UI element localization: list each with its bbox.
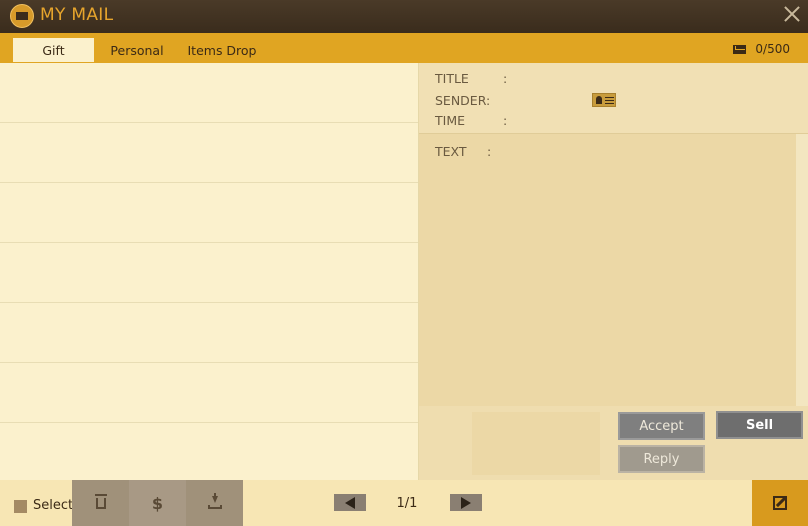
- sell-all-button[interactable]: $: [129, 480, 186, 526]
- select-label: Select: [33, 498, 74, 513]
- prev-page-button[interactable]: [334, 494, 366, 511]
- attachment-slot[interactable]: [472, 412, 600, 475]
- window-title: MY MAIL: [40, 5, 114, 25]
- reply-button[interactable]: Reply: [618, 445, 705, 473]
- title-colon: :: [503, 71, 508, 86]
- page-indicator: 1/1: [396, 496, 418, 511]
- mail-detail: TITLE : SENDER : TIME : TEXT : Accept Re…: [419, 63, 808, 480]
- mail-list: [0, 63, 419, 480]
- list-item[interactable]: [0, 303, 418, 363]
- mail-count-text: 0/500: [755, 42, 790, 56]
- tab-items-drop[interactable]: Items Drop: [183, 38, 261, 62]
- sell-button[interactable]: Sell: [716, 411, 803, 439]
- toolbar: $: [72, 480, 243, 526]
- trash-icon: [94, 493, 107, 509]
- dollar-icon: $: [151, 493, 164, 513]
- envelope-icon: [733, 44, 747, 54]
- collect-button[interactable]: [186, 480, 243, 526]
- list-item[interactable]: [0, 183, 418, 243]
- sender-card-icon[interactable]: [592, 93, 616, 107]
- sender-field: SENDER :: [435, 93, 490, 108]
- sender-colon: :: [486, 93, 491, 108]
- list-item[interactable]: [0, 363, 418, 423]
- accept-button[interactable]: Accept: [618, 412, 705, 440]
- mail-icon: [10, 4, 34, 28]
- arrow-left-icon: [345, 496, 355, 509]
- text-scrollbar[interactable]: [796, 134, 808, 406]
- title-bar: MY MAIL: [0, 0, 808, 33]
- title-field: TITLE :: [435, 71, 507, 86]
- time-colon: :: [503, 113, 508, 128]
- mail-meta: TITLE : SENDER : TIME :: [419, 63, 808, 134]
- mail-count: 0/500: [733, 42, 790, 56]
- compose-button[interactable]: [752, 480, 808, 526]
- time-label: TIME: [435, 113, 466, 128]
- list-item[interactable]: [0, 243, 418, 303]
- list-item[interactable]: [0, 423, 418, 480]
- arrow-right-icon: [461, 496, 471, 509]
- tab-bar: Gift Personal Items Drop 0/500: [0, 33, 808, 63]
- compose-icon: [773, 495, 788, 510]
- tab-gift[interactable]: Gift: [13, 38, 94, 62]
- select-checkbox[interactable]: [14, 500, 27, 513]
- list-item[interactable]: [0, 123, 418, 183]
- title-label: TITLE: [435, 71, 469, 86]
- text-colon: :: [487, 144, 492, 159]
- text-field: TEXT :: [435, 144, 491, 159]
- text-label: TEXT: [435, 144, 467, 159]
- list-item[interactable]: [0, 63, 418, 123]
- tab-personal[interactable]: Personal: [104, 38, 170, 62]
- delete-button[interactable]: [72, 480, 129, 526]
- time-field: TIME :: [435, 113, 507, 128]
- mail-text-area: TEXT :: [419, 134, 796, 406]
- download-icon: [207, 493, 222, 510]
- next-page-button[interactable]: [450, 494, 482, 511]
- sender-label: SENDER: [435, 93, 487, 108]
- footer-bar: Select $ 1/1: [0, 480, 808, 526]
- close-icon[interactable]: [780, 2, 804, 26]
